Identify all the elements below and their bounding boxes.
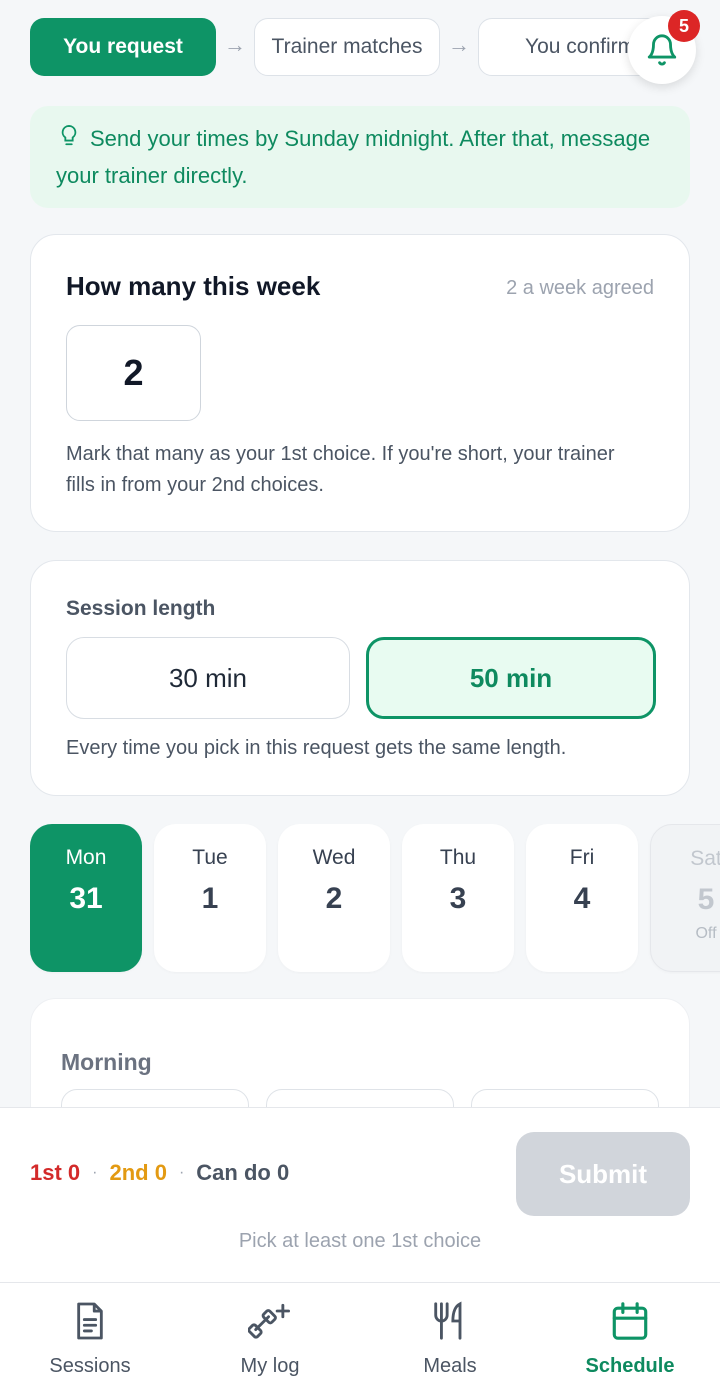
session-length-help: Every time you pick in this request gets… [66, 737, 567, 759]
first-choice-count: 1st 0 [30, 1160, 81, 1185]
day-thu[interactable]: Thu 3 [402, 824, 514, 972]
separator-dot: · [92, 1164, 98, 1181]
bottom-tab-bar: Sessions My log Meals Schedule [0, 1282, 720, 1400]
submit-sheet: 1st 0 · 2nd 0 · Can do 0 Submit Pick at … [0, 1107, 720, 1287]
weekly-count-help: Mark that many as your 1st choice. If yo… [66, 443, 615, 496]
day-selector: Mon 31 Tue 1 Wed 2 Thu 3 Fri 4 Sat 5 Off [30, 824, 720, 974]
schedule-request-screen: You request → Trainer matches → You conf… [0, 0, 720, 1400]
tab-sessions[interactable]: Sessions [0, 1301, 180, 1378]
day-sat: Sat 5 Off [650, 824, 720, 972]
tip-text: Send your times by Sunday midnight. Afte… [56, 126, 651, 188]
fork-knife-icon [434, 1301, 462, 1340]
notification-count-badge: 5 [668, 10, 700, 42]
separator-dot: · [178, 1164, 185, 1181]
day-fri[interactable]: Fri 4 [526, 824, 638, 972]
length-option-30[interactable]: 30 min [66, 637, 350, 719]
dumbbell-plus-icon [248, 1303, 290, 1339]
weekly-count-title: How many this week [66, 271, 321, 301]
submit-button[interactable]: Submit [516, 1132, 690, 1216]
session-length-card: Session length 30 min 50 min Every time … [30, 560, 690, 796]
submit-hint: Pick at least one 1st choice [238, 1230, 482, 1252]
day-mon[interactable]: Mon 31 [30, 824, 142, 972]
arrow-right-icon: → [224, 32, 246, 57]
morning-label: Morning [61, 1049, 152, 1075]
step-trainer-matches[interactable]: Trainer matches [254, 18, 440, 76]
second-choice-count: 2nd 0 [109, 1160, 167, 1185]
notifications-button[interactable]: 5 [628, 10, 700, 84]
arrow-right-icon: → [448, 32, 470, 57]
calendar-icon [612, 1302, 648, 1340]
progress-steps: You request → Trainer matches → You conf… [30, 18, 720, 76]
session-length-label: Session length [66, 597, 216, 620]
day-wed[interactable]: Wed 2 [278, 824, 390, 972]
tab-meals[interactable]: Meals [360, 1301, 540, 1378]
day-tue[interactable]: Tue 1 [154, 824, 266, 972]
length-option-50[interactable]: 50 min [366, 637, 656, 719]
can-do-count: Can do 0 [196, 1160, 290, 1185]
choice-tally: 1st 0 · 2nd 0 · Can do 0 [30, 1160, 289, 1186]
tab-schedule[interactable]: Schedule [540, 1301, 720, 1378]
weekly-count-card: How many this week 2 a week agreed 2 Mar… [30, 234, 690, 532]
document-icon [77, 1302, 103, 1340]
step-you-request[interactable]: You request [30, 18, 216, 76]
weekly-agreed-text: 2 a week agreed [506, 277, 654, 299]
tab-my-log[interactable]: My log [180, 1301, 360, 1378]
lightbulb-icon [58, 123, 80, 159]
weekly-count-input[interactable]: 2 [66, 325, 201, 421]
deadline-tip: Send your times by Sunday midnight. Afte… [30, 106, 690, 208]
